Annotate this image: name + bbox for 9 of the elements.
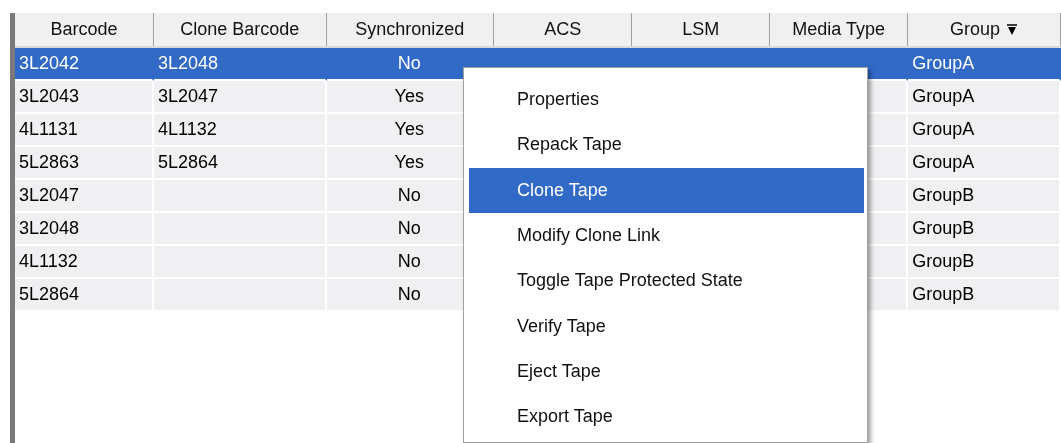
column-label: Clone Barcode	[180, 19, 300, 40]
column-label: Group	[950, 19, 1001, 40]
table-cell: GroupB	[908, 279, 1061, 312]
column-label: Barcode	[50, 19, 118, 40]
table-cell: 5L2864	[15, 279, 154, 312]
column-label: Media Type	[792, 19, 886, 40]
column-label: ACS	[544, 19, 582, 40]
column-label: LSM	[682, 19, 720, 40]
column-label: Synchronized	[355, 19, 465, 40]
